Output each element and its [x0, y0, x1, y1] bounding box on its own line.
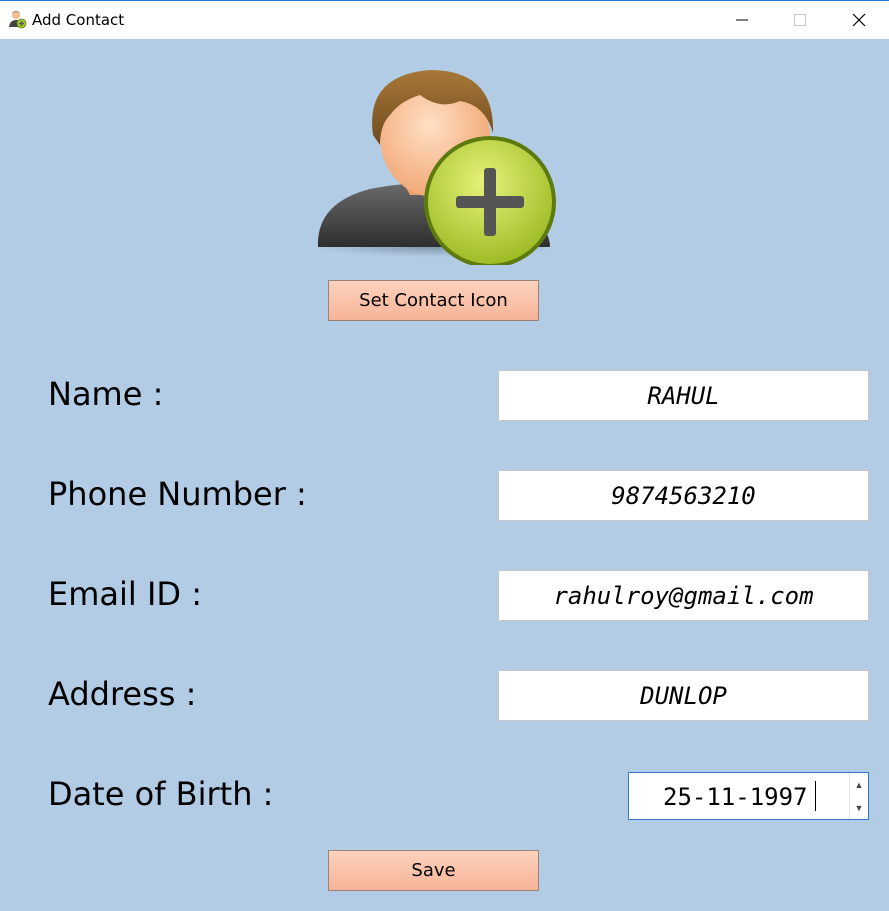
phone-label: Phone Number :: [48, 475, 307, 513]
close-icon: [852, 13, 866, 27]
minimize-button[interactable]: [713, 1, 771, 39]
address-field[interactable]: DUNLOP: [498, 670, 869, 721]
phone-field[interactable]: 9874563210: [498, 470, 869, 521]
add-contact-icon: [9, 11, 27, 29]
email-label: Email ID :: [48, 575, 202, 613]
dob-label: Date of Birth :: [48, 775, 274, 813]
name-field[interactable]: RAHUL: [498, 370, 869, 421]
address-label: Address :: [48, 675, 197, 713]
spin-up-icon[interactable]: ▲: [850, 773, 868, 796]
add-contact-icon: [315, 70, 556, 265]
text-caret: [815, 781, 816, 811]
save-button[interactable]: Save: [328, 850, 539, 891]
dob-value[interactable]: 25-11-1997: [663, 783, 808, 811]
maximize-icon: [794, 14, 806, 26]
name-label: Name :: [48, 375, 164, 413]
maximize-button[interactable]: [771, 1, 829, 39]
spin-down-icon[interactable]: ▼: [850, 796, 868, 819]
dob-spinner[interactable]: ▲ ▼: [849, 773, 868, 819]
window-title: Add Contact: [32, 11, 125, 29]
add-contact-window: Add Contact Set Contact Icon Name: RAHU…: [0, 0, 889, 911]
minimize-icon: [736, 19, 748, 21]
dob-picker[interactable]: 25-11-1997 ▲ ▼: [628, 772, 869, 820]
title-bar[interactable]: Add Contact: [0, 1, 889, 39]
set-contact-icon-button[interactable]: Set Contact Icon: [328, 280, 539, 321]
close-button[interactable]: [830, 1, 888, 39]
email-field[interactable]: rahulroy@gmail.com: [498, 570, 869, 621]
